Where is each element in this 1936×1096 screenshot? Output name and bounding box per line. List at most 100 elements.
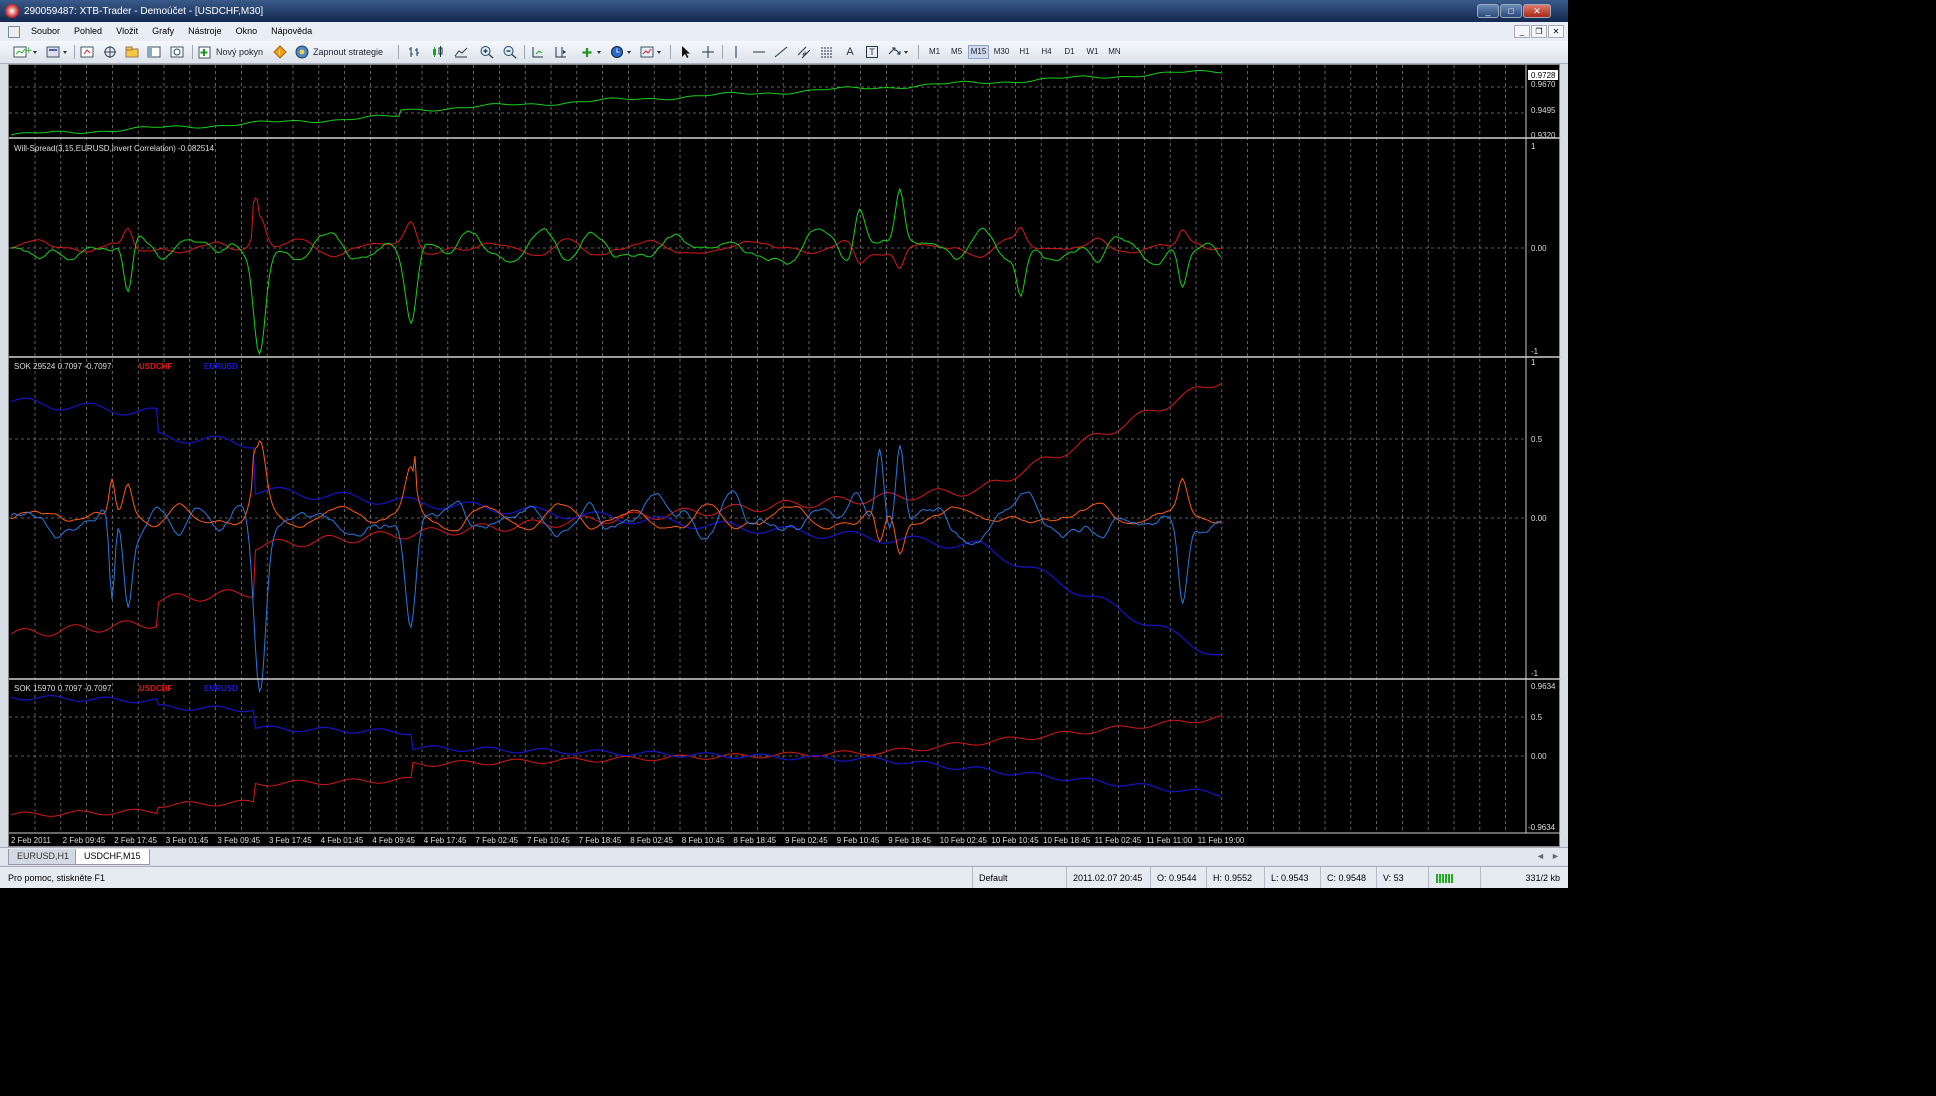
candles-icon[interactable] (429, 44, 447, 60)
svg-text:+: + (25, 46, 33, 56)
arrows-icon[interactable] (886, 44, 912, 60)
time-label: 3 Feb 09:45 (217, 836, 260, 845)
status-open: O: 0.9544 (1150, 867, 1206, 888)
horizontal-line-icon[interactable] (750, 44, 768, 60)
pane3-legend-eurusd: EURUSD (204, 684, 238, 693)
profiles-icon[interactable] (44, 44, 70, 60)
time-label: 9 Feb 18:45 (888, 836, 931, 845)
pane3-label: SOK 15970 0.7097 -0.7097 (14, 684, 112, 693)
svg-text:#: # (802, 51, 807, 58)
status-bar: Pro pomoc, stiskněte F1 Default 2011.02.… (0, 866, 1568, 888)
pane3-scale-half: 0.5 (1531, 713, 1543, 722)
zoom-out-icon[interactable] (501, 44, 519, 60)
tf-m1[interactable]: M1 (924, 45, 945, 59)
time-label: 10 Feb 10:45 (991, 836, 1039, 845)
time-label: 3 Feb 01:45 (166, 836, 209, 845)
line-chart-icon[interactable] (452, 44, 470, 60)
pane2-scale-max: 1 (1531, 358, 1536, 367)
navigator-icon[interactable] (123, 44, 141, 60)
tf-h4[interactable]: H4 (1036, 45, 1057, 59)
time-label: 8 Feb 18:45 (733, 836, 776, 845)
toggle-strategies-button[interactable]: Zapnout strategie (294, 44, 392, 60)
tab-eurusd-h1[interactable]: EURUSD,H1 (8, 849, 79, 865)
pane3-red-line (10, 715, 1222, 817)
pane1-green-line (10, 187, 1222, 356)
doc-close-button[interactable]: ✕ (1548, 25, 1564, 38)
time-label: 9 Feb 10:45 (837, 836, 880, 845)
data-window-icon[interactable] (101, 44, 119, 60)
tf-m5[interactable]: M5 (946, 45, 967, 59)
auto-scroll-icon[interactable] (529, 44, 547, 60)
menu-grafy[interactable]: Grafy (145, 22, 181, 41)
status-datetime: 2011.02.07 20:45 (1066, 867, 1150, 888)
text-label-letter: T (866, 46, 878, 58)
menu-bar: Soubor Pohled Vložit Grafy Nástroje Okno… (0, 22, 1568, 41)
menu-okno[interactable]: Okno (229, 22, 265, 41)
new-order-button[interactable]: Nový pokyn (197, 44, 269, 60)
tabs-scroll-right-icon[interactable]: ► (1551, 851, 1560, 861)
menu-napoveda[interactable]: Nápověda (264, 22, 319, 41)
market-watch-icon[interactable] (78, 44, 96, 60)
trendline-icon[interactable] (772, 44, 790, 60)
time-label: 7 Feb 18:45 (579, 836, 622, 845)
pane2-label: SOK 29524 0.7097 -0.7097 (14, 362, 112, 371)
channel-icon[interactable]: # (795, 44, 813, 60)
chart-canvas[interactable]: 0.9728 0.9670 0.9495 0.9320 Will-Spread(… (9, 65, 1561, 848)
close-button[interactable]: ✕ (1523, 4, 1551, 18)
tabs-scroll-left-icon[interactable]: ◄ (1536, 851, 1545, 861)
terminal-icon[interactable] (145, 44, 163, 60)
document-icon[interactable] (8, 25, 20, 38)
doc-minimize-button[interactable]: _ (1514, 25, 1530, 38)
fibonacci-icon[interactable] (818, 44, 836, 60)
new-order-icon (198, 46, 211, 59)
status-traffic: 331/2 kb (1480, 867, 1566, 888)
zoom-in-icon[interactable] (478, 44, 496, 60)
status-profile[interactable]: Default (972, 867, 1066, 888)
menu-pohled[interactable]: Pohled (67, 22, 109, 41)
time-label: 10 Feb 02:45 (940, 836, 988, 845)
time-label: 7 Feb 10:45 (527, 836, 570, 845)
vertical-line-icon[interactable] (727, 44, 745, 60)
tf-m30[interactable]: M30 (991, 45, 1012, 59)
window-title: 290059487: XTB-Trader - Demoúčet - [USDC… (24, 5, 264, 17)
chart-window[interactable]: 0.9728 0.9670 0.9495 0.9320 Will-Spread(… (8, 64, 1561, 848)
menu-soubor[interactable]: Soubor (24, 22, 67, 41)
menu-nastroje[interactable]: Nástroje (181, 22, 229, 41)
status-help: Pro pomoc, stiskněte F1 (8, 873, 106, 883)
time-label: 2 Feb 2011 (11, 836, 51, 845)
crosshair-icon[interactable] (699, 44, 717, 60)
tf-d1[interactable]: D1 (1059, 45, 1080, 59)
text-label-icon[interactable]: T (863, 44, 881, 60)
bar-chart-icon[interactable] (406, 44, 424, 60)
doc-restore-button[interactable]: ❐ (1531, 25, 1547, 38)
new-order-label: Nový pokyn (216, 47, 264, 57)
status-connection (1428, 867, 1480, 888)
minimize-button[interactable]: _ (1477, 4, 1499, 18)
indicators-icon[interactable] (579, 44, 605, 60)
signals-icon[interactable]: ! (272, 44, 288, 60)
cursor-icon[interactable] (676, 44, 694, 60)
time-axis: 2 Feb 2011 2 Feb 09:45 2 Feb 17:45 3 Feb 01… (11, 836, 1245, 845)
price-scale-1: 0.9495 (1531, 106, 1556, 115)
chart-lines (10, 70, 1222, 817)
pane2-red-line (10, 383, 1222, 637)
text-tool-letter: A (846, 46, 854, 58)
time-label: 4 Feb 09:45 (372, 836, 415, 845)
price-line (10, 70, 1222, 136)
strategy-tester-icon[interactable] (168, 44, 186, 60)
menu-vlozit[interactable]: Vložit (109, 22, 145, 41)
pane2-legend-usdchf: USDCHF (139, 362, 172, 371)
time-label: 2 Feb 17:45 (114, 836, 157, 845)
maximize-button[interactable]: □ (1500, 4, 1522, 18)
tf-w1[interactable]: W1 (1082, 45, 1103, 59)
chart-shift-icon[interactable] (552, 44, 570, 60)
tf-m15[interactable]: M15 (968, 45, 989, 59)
periods-icon[interactable] (609, 44, 635, 60)
tf-mn[interactable]: MN (1104, 45, 1125, 59)
tab-usdchf-m15[interactable]: USDCHF,M15 (75, 849, 150, 865)
text-tool-icon[interactable]: A (841, 44, 859, 60)
time-label: 8 Feb 02:45 (630, 836, 673, 845)
tf-h1[interactable]: H1 (1014, 45, 1035, 59)
templates-icon[interactable] (639, 44, 665, 60)
new-chart-icon[interactable]: + (12, 44, 40, 60)
